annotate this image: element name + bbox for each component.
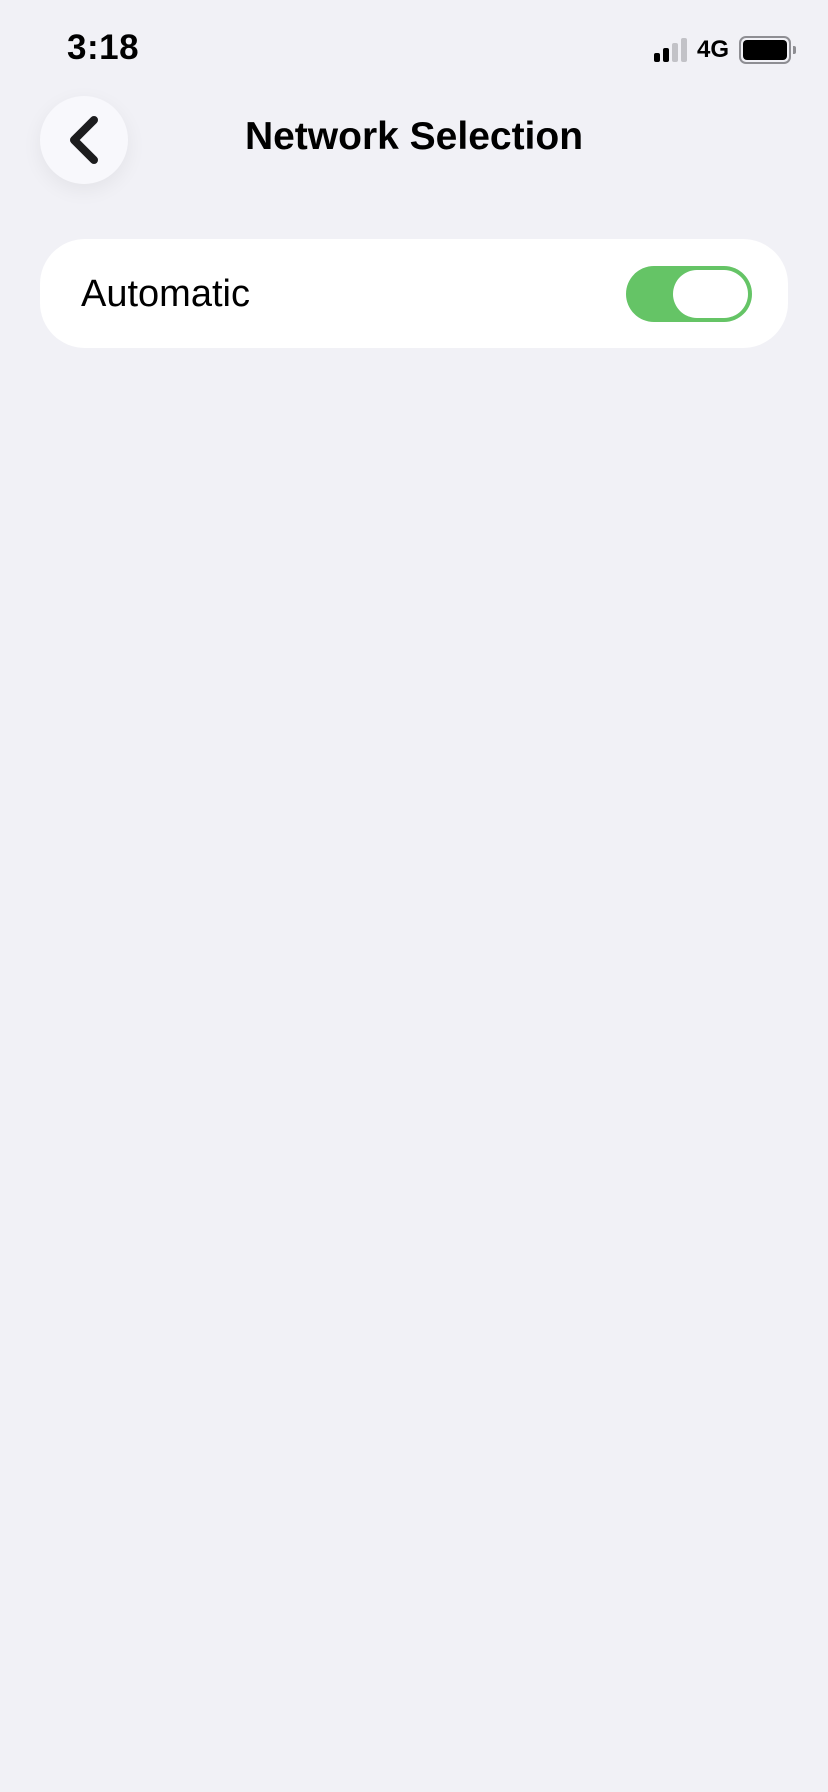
battery-fill [743,40,787,60]
signal-bar [680,38,687,62]
signal-bar [653,53,660,62]
cellular-signal-icon [653,38,687,62]
toggle-knob [673,270,748,318]
automatic-toggle[interactable] [626,266,752,322]
page-title: Network Selection [244,115,584,158]
automatic-label: Automatic [81,273,250,315]
network-type-label: 4G [696,36,729,63]
status-time: 3:18 [67,28,140,67]
battery-body [739,36,791,64]
battery-icon [739,36,796,64]
status-bar: 3:18 4G [0,0,828,100]
status-indicators: 4G [653,36,796,64]
signal-bar [671,43,678,62]
battery-tip [793,46,796,54]
signal-bar [662,48,669,62]
automatic-setting-row: Automatic [40,239,788,348]
